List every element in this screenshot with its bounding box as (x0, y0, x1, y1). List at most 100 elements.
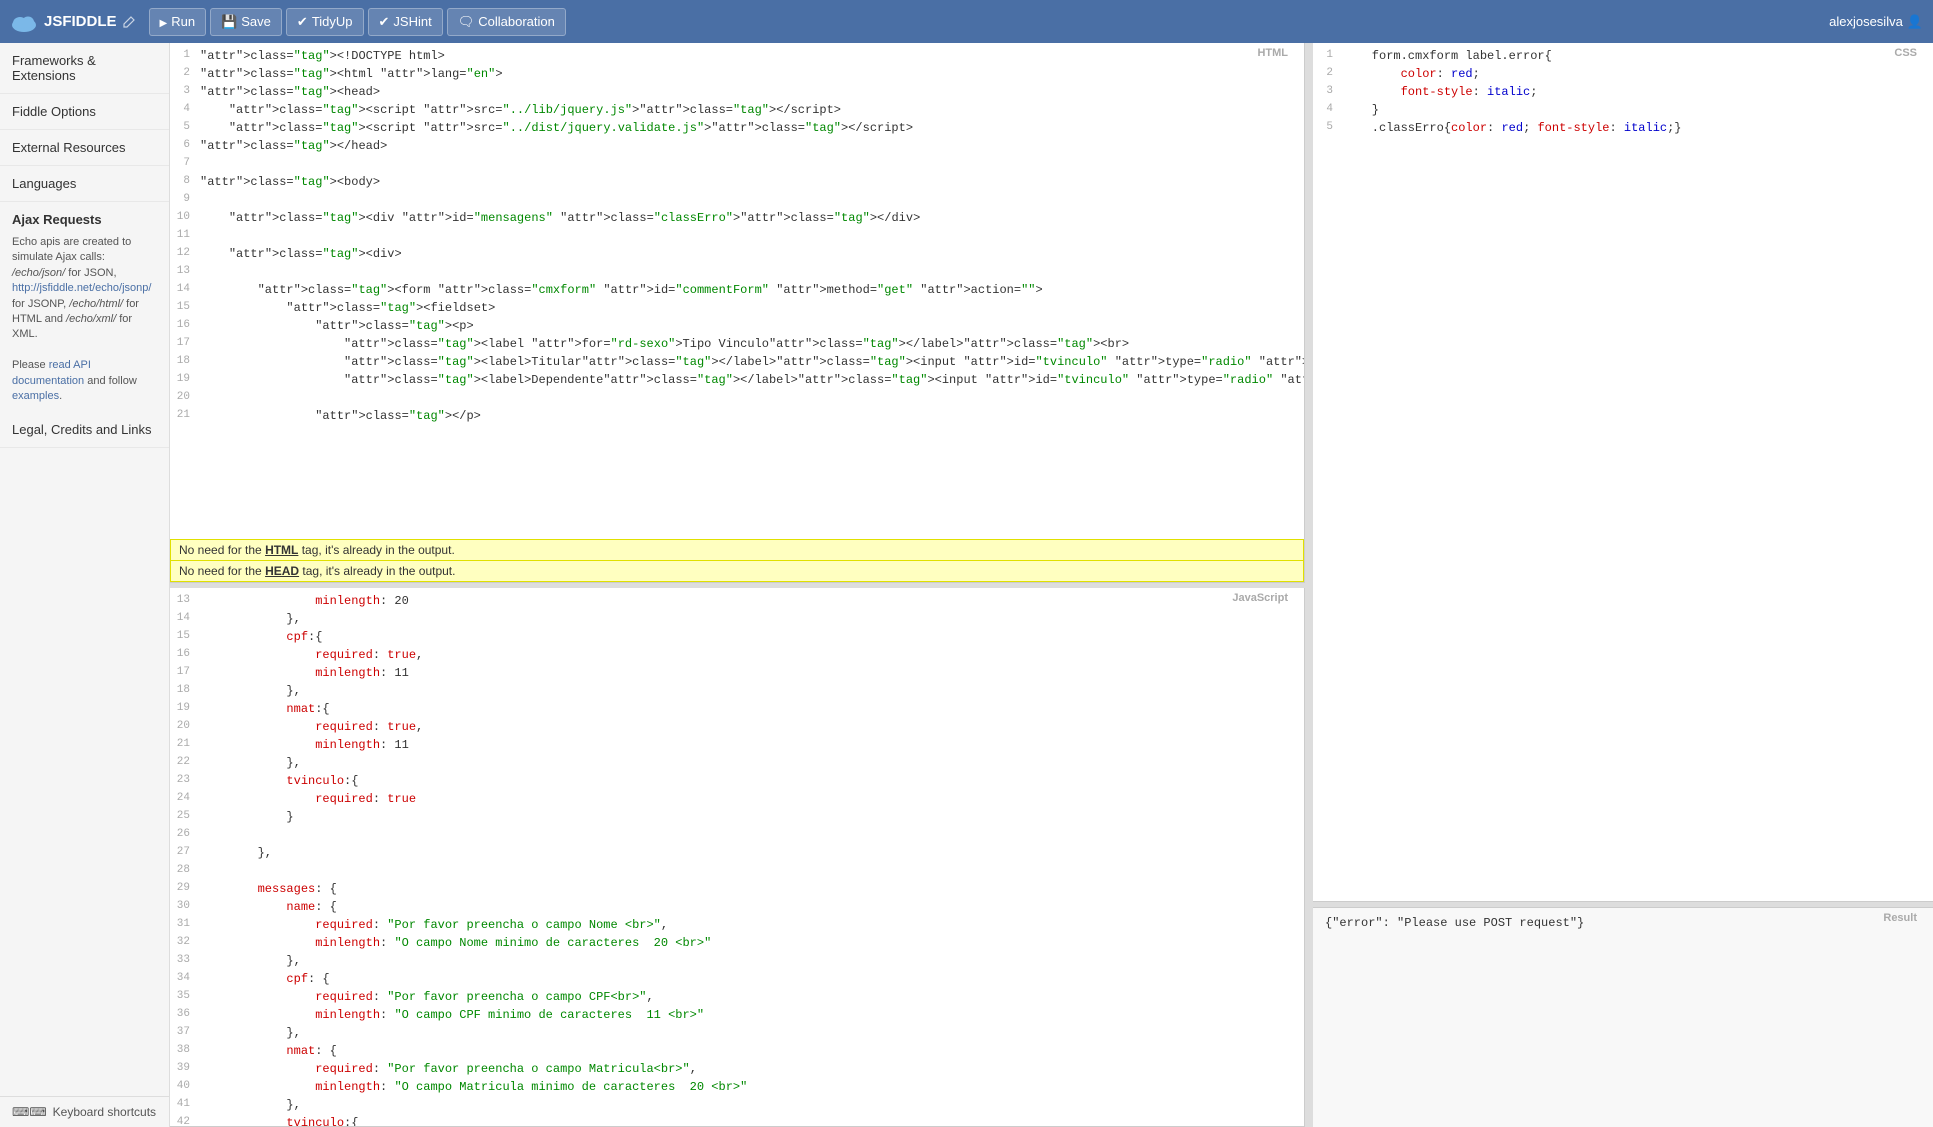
sidebar-item-legal[interactable]: Legal, Credits and Links (0, 412, 169, 448)
sidebar-item-frameworks[interactable]: Frameworks & Extensions (0, 43, 169, 94)
collab-icon: 🗨 (458, 14, 475, 30)
save-button[interactable]: 💾 Save (210, 8, 282, 36)
right-panels: CSS 1 form.cmxform label.error{2 color: … (1313, 43, 1933, 1127)
cloud-icon (10, 12, 38, 32)
keyboard-icon: ⌨ (12, 1105, 47, 1119)
html-warning-1: No need for the HTML tag, it's already i… (170, 539, 1304, 561)
jshint-button[interactable]: ✔ JSHint (368, 8, 443, 36)
html-panel: HTML 1"attr">class="tag"><!DOCTYPE html>… (170, 43, 1305, 583)
code-line: 16 "attr">class="tag"><p> (170, 317, 1304, 335)
code-line: 5 "attr">class="tag"><script "attr">src=… (170, 119, 1304, 137)
sidebar-spacer (0, 448, 169, 1096)
code-line: 17 "attr">class="tag"><label "attr">for=… (170, 335, 1304, 353)
code-line: 2 color: red; (1313, 65, 1933, 83)
js-panel: JavaScript 13 minlength: 2014 },15 cpf:{… (170, 588, 1305, 1127)
code-line: 26 (170, 826, 1304, 844)
code-line: 37 }, (170, 1024, 1304, 1042)
js-code-content[interactable]: 13 minlength: 2014 },15 cpf:{16 required… (170, 588, 1304, 1127)
code-line: 19 nmat:{ (170, 700, 1304, 718)
code-line: 28 (170, 862, 1304, 880)
code-line: 6"attr">class="tag"></head> (170, 137, 1304, 155)
code-line: 3"attr">class="tag"><head> (170, 83, 1304, 101)
code-line: 21 "attr">class="tag"></p> (170, 407, 1304, 425)
code-line: 22 }, (170, 754, 1304, 772)
html-code-content[interactable]: 1"attr">class="tag"><!DOCTYPE html>2"att… (170, 43, 1304, 539)
code-line: 7 (170, 155, 1304, 173)
tidy-icon: ✔ (297, 14, 308, 30)
edit-icon (123, 16, 135, 28)
code-line: 15 cpf:{ (170, 628, 1304, 646)
code-line: 20 (170, 389, 1304, 407)
code-line: 12 "attr">class="tag"><div> (170, 245, 1304, 263)
code-panels: HTML 1"attr">class="tag"><!DOCTYPE html>… (170, 43, 1933, 1127)
code-line: 25 } (170, 808, 1304, 826)
code-line: 8"attr">class="tag"><body> (170, 173, 1304, 191)
result-text: {"error": "Please use POST request"} (1325, 916, 1584, 930)
code-line: 2"attr">class="tag"><html "attr">lang="e… (170, 65, 1304, 83)
tidyup-label: TidyUp (312, 14, 353, 29)
left-right-resize-handle[interactable] (1305, 43, 1313, 1127)
sidebar-item-languages[interactable]: Languages (0, 166, 169, 202)
code-line: 31 required: "Por favor preencha o campo… (170, 916, 1304, 934)
code-line: 5 .classErro{color: red; font-style: ita… (1313, 119, 1933, 137)
api-doc-link[interactable]: read API documentation (12, 359, 91, 386)
code-line: 18 "attr">class="tag"><label>Titular"att… (170, 353, 1304, 371)
code-line: 23 tvinculo:{ (170, 772, 1304, 790)
code-line: 38 nmat: { (170, 1042, 1304, 1060)
css-code-content[interactable]: 1 form.cmxform label.error{2 color: red;… (1313, 43, 1933, 901)
ajax-description: Echo apis are created to simulate Ajax c… (0, 231, 169, 412)
keyboard-shortcuts-button[interactable]: ⌨ Keyboard shortcuts (0, 1096, 169, 1127)
run-icon (160, 14, 168, 29)
html-label: HTML (1257, 47, 1288, 59)
logo[interactable]: JSFIDDLE (10, 12, 135, 32)
run-button[interactable]: Run (149, 8, 207, 36)
left-panels: HTML 1"attr">class="tag"><!DOCTYPE html>… (170, 43, 1305, 1127)
code-line: 17 minlength: 11 (170, 664, 1304, 682)
code-line: 41 }, (170, 1096, 1304, 1114)
code-line: 11 (170, 227, 1304, 245)
code-line: 19 "attr">class="tag"><label>Dependente"… (170, 371, 1304, 389)
result-label: Result (1883, 912, 1917, 924)
code-line: 24 required: true (170, 790, 1304, 808)
user-icon: 👤 (1907, 14, 1923, 30)
code-line: 29 messages: { (170, 880, 1304, 898)
code-line: 32 minlength: "O campo Nome minimo de ca… (170, 934, 1304, 952)
code-line: 3 font-style: italic; (1313, 83, 1933, 101)
examples-link[interactable]: examples (12, 390, 59, 402)
code-line: 21 minlength: 11 (170, 736, 1304, 754)
code-line: 10 "attr">class="tag"><div "attr">id="me… (170, 209, 1304, 227)
code-line: 36 minlength: "O campo CPF minimo de car… (170, 1006, 1304, 1024)
code-line: 40 minlength: "O campo Matricula minimo … (170, 1078, 1304, 1096)
code-line: 1"attr">class="tag"><!DOCTYPE html> (170, 47, 1304, 65)
sidebar-item-external-resources[interactable]: External Resources (0, 130, 169, 166)
sidebar: Frameworks & Extensions Fiddle Options E… (0, 43, 170, 1127)
code-line: 13 (170, 263, 1304, 281)
code-line: 13 minlength: 20 (170, 592, 1304, 610)
code-line: 39 required: "Por favor preencha o campo… (170, 1060, 1304, 1078)
sidebar-item-fiddle-options[interactable]: Fiddle Options (0, 94, 169, 130)
keyboard-shortcuts-label: Keyboard shortcuts (53, 1105, 156, 1119)
code-line: 16 required: true, (170, 646, 1304, 664)
code-line: 9 (170, 191, 1304, 209)
result-content: {"error": "Please use POST request"} (1313, 908, 1933, 938)
jshint-label: JSHint (393, 14, 431, 29)
run-label: Run (171, 14, 195, 29)
code-line: 15 "attr">class="tag"><fieldset> (170, 299, 1304, 317)
main-area: Frameworks & Extensions Fiddle Options E… (0, 43, 1933, 1127)
css-label: CSS (1894, 47, 1917, 59)
code-area: HTML 1"attr">class="tag"><!DOCTYPE html>… (170, 43, 1933, 1127)
code-line: 34 cpf: { (170, 970, 1304, 988)
collaboration-button[interactable]: 🗨 Collaboration (447, 8, 566, 36)
save-label: Save (241, 14, 271, 29)
save-icon: 💾 (221, 14, 237, 30)
code-line: 42 tvinculo:{ (170, 1114, 1304, 1127)
ajax-section-title: Ajax Requests (0, 202, 169, 231)
code-line: 4 "attr">class="tag"><script "attr">src=… (170, 101, 1304, 119)
code-line: 18 }, (170, 682, 1304, 700)
code-line: 33 }, (170, 952, 1304, 970)
toolbar: JSFIDDLE Run 💾 Save ✔ TidyUp ✔ JSHint 🗨 … (0, 0, 1933, 43)
username: alexjosesilva (1829, 14, 1903, 29)
tidyup-button[interactable]: ✔ TidyUp (286, 8, 364, 36)
collaboration-label: Collaboration (478, 14, 555, 29)
html-warning-2: No need for the HEAD tag, it's already i… (170, 561, 1304, 582)
